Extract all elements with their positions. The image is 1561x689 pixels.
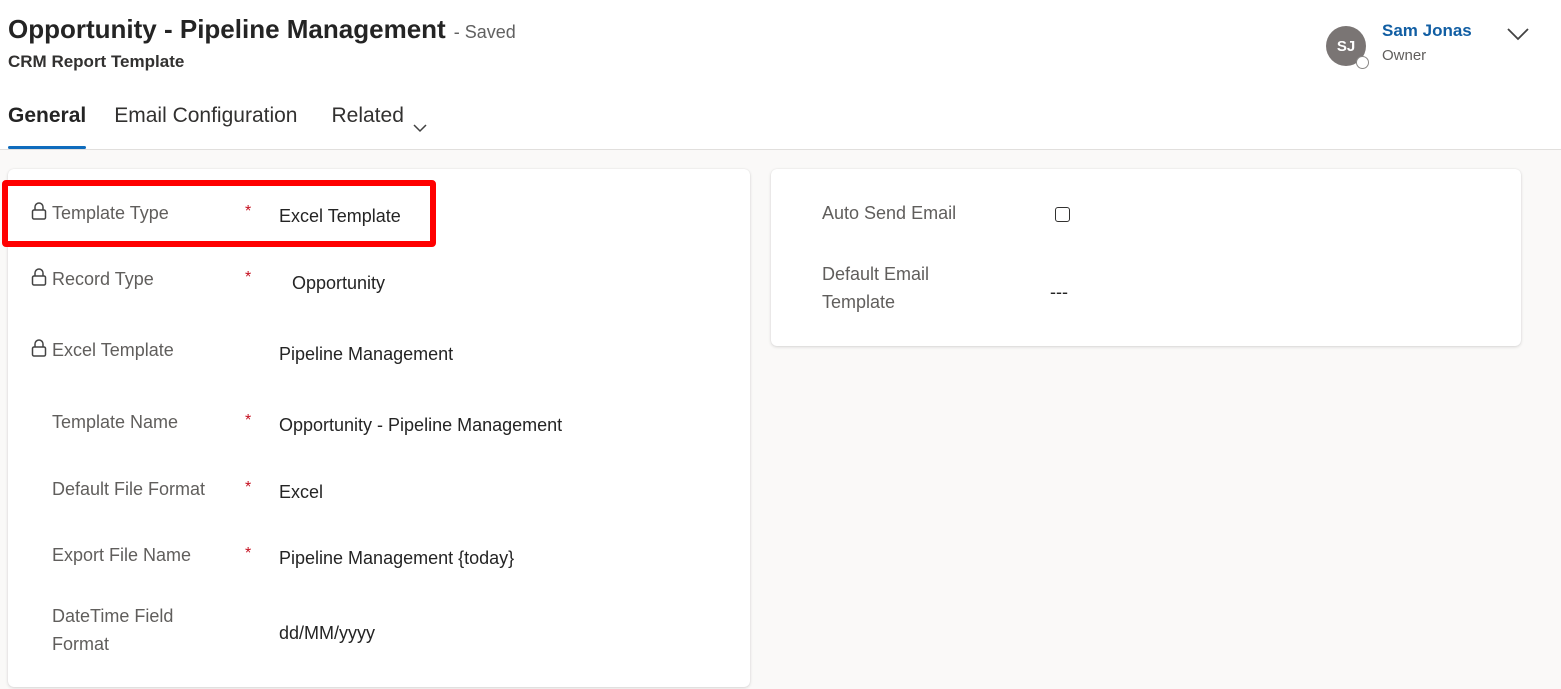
save-status: - Saved [453, 22, 516, 42]
default-file-format-value[interactable]: Excel [279, 478, 323, 506]
title-row: Opportunity - Pipeline Management - Save… [8, 14, 516, 45]
datetime-format-label-line2: Format [52, 634, 110, 654]
template-name-value[interactable]: Opportunity - Pipeline Management [279, 411, 562, 439]
export-file-name-value[interactable]: Pipeline Management {today} [279, 544, 514, 572]
datetime-format-value[interactable]: dd/MM/yyyy [279, 619, 375, 647]
page-title: Opportunity - Pipeline Management [8, 14, 446, 44]
default-file-format-label: Default File Format [52, 479, 206, 499]
chevron-down-icon [412, 112, 428, 133]
presence-status-icon [1356, 56, 1369, 69]
default-email-template-value[interactable]: --- [1050, 282, 1068, 303]
auto-send-email-checkbox[interactable] [1055, 207, 1070, 222]
entity-subtitle: CRM Report Template [8, 52, 185, 71]
default-email-template-label-line1: Default Email [822, 264, 930, 284]
owner-role-label: Owner [1382, 47, 1427, 64]
export-file-name-label: Export File Name [52, 545, 192, 565]
required-indicator: * [245, 412, 252, 429]
record-type-label: Record Type [52, 269, 154, 289]
tab-list: General Email Configuration Related [8, 100, 462, 150]
avatar-initials: SJ [1336, 37, 1356, 55]
tab-general[interactable]: General [8, 100, 87, 150]
record-type-value[interactable]: Opportunity [292, 269, 385, 297]
excel-template-value[interactable]: Pipeline Management [279, 340, 453, 368]
datetime-format-label-line1: DateTime Field [52, 606, 174, 626]
chevron-down-icon[interactable] [1504, 22, 1532, 46]
default-email-template-label-line2: Template [822, 292, 896, 312]
excel-template-label: Excel Template [52, 340, 174, 360]
highlight-box [2, 180, 436, 247]
lock-icon [30, 338, 48, 358]
auto-send-email-label: Auto Send Email [822, 203, 957, 223]
required-indicator: * [245, 545, 252, 562]
email-section-card: Auto Send Email Default Email Template -… [771, 169, 1521, 346]
template-name-label: Template Name [52, 412, 179, 432]
tab-email-configuration-label: Email Configuration [114, 104, 298, 127]
lock-icon [30, 267, 48, 287]
required-indicator: * [245, 479, 252, 496]
owner-name-link[interactable]: Sam Jonas [1382, 21, 1472, 41]
tab-general-label: General [8, 104, 87, 127]
tab-email-configuration[interactable]: Email Configuration [114, 100, 297, 150]
tab-related[interactable]: Related [331, 100, 427, 150]
required-indicator: * [245, 269, 252, 286]
record-header: Opportunity - Pipeline Management - Save… [0, 0, 1561, 150]
owner-panel: SJ Sam Jonas Owner [1326, 20, 1546, 70]
tab-related-label: Related [331, 104, 404, 127]
